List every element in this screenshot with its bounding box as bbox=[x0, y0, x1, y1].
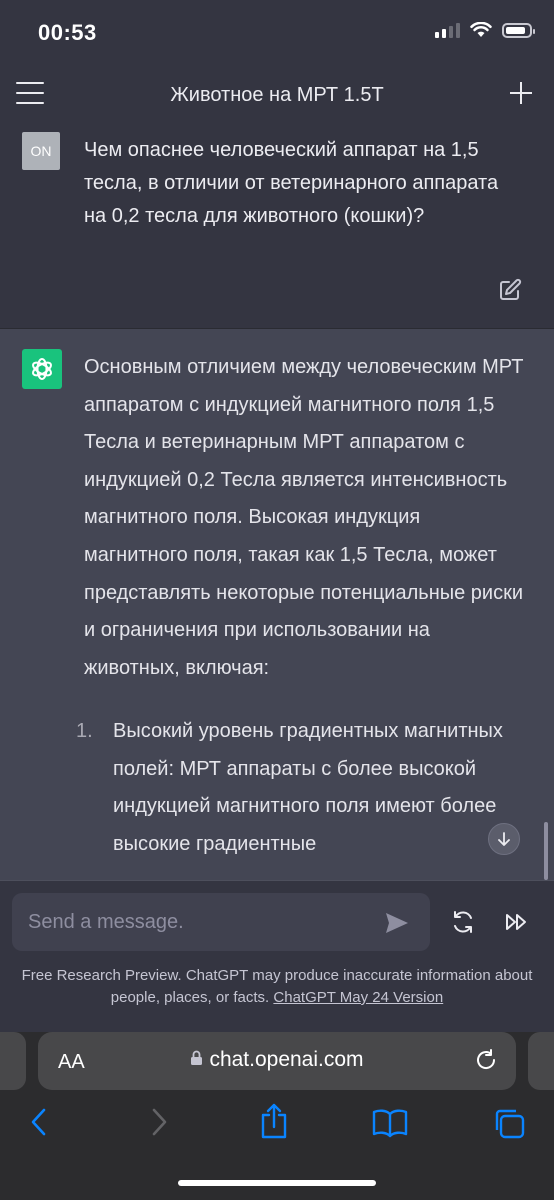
reload-icon[interactable] bbox=[474, 1048, 498, 1072]
chat-header: Животное на МРТ 1.5Т bbox=[0, 66, 554, 126]
version-link[interactable]: ChatGPT May 24 Version bbox=[273, 989, 443, 1006]
status-bar: 00:53 bbox=[0, 0, 554, 66]
list-item-text: Высокий уровень градиентных магнитных по… bbox=[113, 720, 503, 855]
chat-area: ON Чем опаснее человеческий аппарат на 1… bbox=[0, 126, 554, 880]
wifi-icon bbox=[470, 22, 492, 37]
bookmarks-icon[interactable] bbox=[372, 1108, 408, 1138]
user-avatar: ON bbox=[22, 132, 60, 170]
chat-title: Животное на МРТ 1.5Т bbox=[170, 84, 384, 106]
list-item-number: 1. bbox=[76, 720, 93, 742]
edit-icon[interactable] bbox=[498, 278, 522, 302]
address-bar[interactable]: AA chat.openai.com bbox=[38, 1032, 516, 1090]
continue-generating-icon[interactable] bbox=[504, 911, 528, 933]
new-chat-button[interactable] bbox=[508, 80, 534, 106]
scroll-to-bottom-button[interactable] bbox=[488, 823, 520, 855]
openai-logo-icon bbox=[22, 349, 62, 389]
status-icons bbox=[435, 22, 535, 38]
url-text: chat.openai.com bbox=[209, 1048, 364, 1071]
previous-tab-peek[interactable] bbox=[0, 1032, 26, 1090]
status-time: 00:53 bbox=[38, 20, 97, 45]
cellular-signal-icon bbox=[435, 22, 460, 38]
browser-toolbar bbox=[0, 1103, 554, 1150]
next-tab-peek[interactable] bbox=[528, 1032, 554, 1090]
scrollbar[interactable] bbox=[544, 822, 548, 880]
forward-icon[interactable] bbox=[148, 1106, 170, 1138]
lock-icon bbox=[191, 1051, 203, 1066]
assistant-message: Основным отличием между человеческим МРТ… bbox=[0, 329, 554, 880]
user-message: ON Чем опаснее человеческий аппарат на 1… bbox=[0, 126, 554, 329]
regenerate-icon[interactable] bbox=[450, 909, 476, 935]
composer: Free Research Preview. ChatGPT may produ… bbox=[0, 880, 554, 1033]
disclaimer: Free Research Preview. ChatGPT may produ… bbox=[20, 965, 534, 1009]
arrow-down-icon bbox=[498, 832, 510, 846]
browser-bar: AA chat.openai.com bbox=[0, 1032, 554, 1200]
share-icon[interactable] bbox=[258, 1102, 290, 1140]
url-display: chat.openai.com bbox=[38, 1048, 516, 1072]
home-indicator[interactable] bbox=[178, 1180, 376, 1186]
battery-icon bbox=[502, 22, 535, 38]
message-input[interactable] bbox=[12, 893, 430, 951]
user-message-text: Чем опаснее человеческий аппарат на 1,5 … bbox=[84, 139, 499, 227]
tabs-icon[interactable] bbox=[492, 1108, 526, 1140]
assistant-message-text: Основным отличием между человеческим МРТ… bbox=[84, 356, 524, 679]
send-icon[interactable] bbox=[384, 911, 410, 935]
back-icon[interactable] bbox=[28, 1106, 50, 1138]
